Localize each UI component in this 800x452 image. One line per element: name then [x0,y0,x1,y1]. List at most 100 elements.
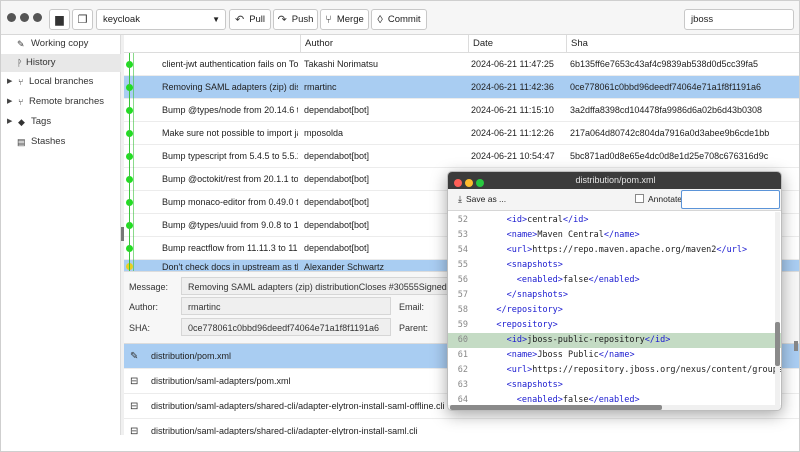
table-row[interactable]: Bump @types/node from 20.14.6 to 20 depe… [124,99,799,122]
sidebar-item-remote-branches[interactable]: ▶ ⑂ Remote branches [1,93,121,111]
sidebar: ✎ Working copy ᚹ History ▶ ⑂ Local branc… [1,35,121,435]
checkbox-icon [635,194,644,203]
sidebar-item-working-copy[interactable]: ✎ Working copy [1,35,121,53]
commit-date: 2024-06-21 11:42:36 [471,82,554,92]
column-header-sha[interactable]: Sha [566,35,799,53]
maximize-icon[interactable] [476,179,484,187]
removed-file-icon: ⊟ [130,401,139,412]
horizontal-scrollbar[interactable] [448,405,781,410]
merge-icon: ⑂ [325,13,332,26]
close-icon[interactable] [454,179,462,187]
line-number: 59 [457,320,468,330]
commit-author: Alexander Schwartz [304,262,385,271]
annotate-checkbox[interactable]: Annotate [635,194,682,204]
table-row-selected[interactable]: Removing SAML adapters (zip) distributio… [124,76,799,99]
commit-sha: 0ce778061c0bbd96deedf74064e71a1f8f1191a6 [570,82,762,92]
column-header-author[interactable]: Author [300,35,468,53]
repository-select[interactable]: keycloak ▼ [96,9,226,30]
sidebar-item-label: Local branches [29,76,94,87]
table-row[interactable]: Make sure not possible to import jakarta… [124,122,799,145]
code-line: 52 <id>central</id> [448,213,781,228]
code-text: <name>Maven Central</name> [506,230,640,240]
history-icon: ᚹ [17,58,23,68]
scrollbar-thumb[interactable] [775,322,780,366]
commit-author: mposolda [304,128,344,138]
author-field[interactable]: rmartinc [181,297,391,315]
chevron-right-icon[interactable]: ▶ [7,93,12,111]
line-number: 58 [457,305,468,315]
merge-button[interactable]: ⑂ Merge [320,9,369,30]
sha-field[interactable]: 0ce778061c0bbd96deedf74064e71a1f8f1191a6 [181,318,391,336]
chevron-down-icon: ▼ [212,15,220,24]
commit-sha: 3a2dffa8398cd104478fa9986d6a02b6d43b0308 [570,105,763,115]
commit-button[interactable]: ◊ Commit [371,9,427,30]
code-view[interactable]: 52 <id>central</id> 53 <name>Maven Central<… [448,211,781,407]
minimize-icon[interactable] [465,179,473,187]
copy-button[interactable]: ❐ [72,9,93,30]
push-icon: ↷ [277,14,287,26]
file-path: distribution/saml-adapters/pom.xml [151,376,291,386]
removed-file-icon: ⊟ [130,376,139,387]
sidebar-item-tags[interactable]: ▶ ◆ Tags [1,113,121,131]
tag-icon: ◆ [18,117,25,127]
code-text: <repository> [496,320,558,330]
commit-message: client-jwt authentication fails on Token [162,59,298,69]
commit-author: dependabot[bot] [304,174,370,184]
author-label: Author: [129,302,159,312]
branch-icon: ⑂ [18,97,24,107]
column-header-graph[interactable] [124,35,300,53]
line-number: 62 [457,365,468,375]
commit-message: Bump @octokit/rest from 20.1.1 to 21.0 [162,174,298,184]
sidebar-item-local-branches[interactable]: ▶ ⑂ Local branches [1,73,121,91]
find-input[interactable] [681,190,780,209]
commit-author: dependabot[bot] [304,243,370,253]
column-header-date[interactable]: Date [468,35,566,53]
code-line: 57 </snapshots> [448,288,781,303]
code-text: <snapshots> [506,260,563,270]
sidebar-item-history[interactable]: ᚹ History [1,54,121,72]
code-text: </snapshots> [506,290,569,300]
toolbar: ▆ ❐ keycloak ▼ ↶ Pull ↷ Push ⑂ Merge ◊ Commi… [1,1,799,35]
commit-icon: ◊ [377,13,383,26]
edit-file-icon: ✎ [130,351,139,362]
code-text: <id>jboss-public-repository</id> [506,335,671,345]
scrollbar-thumb[interactable] [450,405,662,410]
commit-sha: 6b135ff6e7653c43af4c9839ab538d0d5cc39fa5 [570,59,759,69]
window-controls [7,13,46,24]
code-line: 54 <url>https://repo.maven.apache.org/mav… [448,243,781,258]
line-number: 60 [457,335,468,345]
sidebar-item-stashes[interactable]: ▤ Stashes [1,133,121,151]
files-scrollbar[interactable] [794,341,798,351]
list-item[interactable]: ⊟ distribution/saml-adapters/shared-cli/… [124,419,799,435]
search-input[interactable]: jboss [684,9,794,30]
pull-button[interactable]: ↶ Pull [229,9,271,30]
table-row[interactable]: Bump typescript from 5.4.5 to 5.5.2 (# d… [124,145,799,168]
commit-date: 2024-06-21 11:15:10 [471,105,554,115]
table-row[interactable]: client-jwt authentication fails on Token… [124,53,799,76]
commit-label: Commit [387,14,421,25]
commit-message: Bump @types/node from 20.14.6 to 20 [162,105,298,115]
chevron-right-icon[interactable]: ▶ [7,73,12,91]
file-path: distribution/pom.xml [151,351,232,361]
maximize-icon[interactable] [33,13,42,22]
code-line: 58 </repository> [448,303,781,318]
commit-message: Make sure not possible to import jakarta [162,128,298,138]
sidebar-item-label: Remote branches [29,96,104,107]
file-viewer-title: distribution/pom.xml [448,172,781,189]
commit-message: Bump typescript from 5.4.5 to 5.5.2 (# [162,151,298,161]
push-button[interactable]: ↷ Push [273,9,318,30]
commit-author: Takashi Norimatsu [304,59,379,69]
minimize-icon[interactable] [20,13,29,22]
line-number: 53 [457,230,468,240]
save-as-button[interactable]: ⤓ Save as ... [458,194,506,205]
vertical-scrollbar[interactable] [775,212,780,407]
line-number: 61 [457,350,468,360]
file-path: distribution/saml-adapters/shared-cli/ad… [151,401,445,411]
sha-label: SHA: [129,323,151,333]
open-folder-button[interactable]: ▆ [49,9,70,30]
chevron-right-icon[interactable]: ▶ [7,113,12,131]
code-text: </repository> [496,305,563,315]
message-field[interactable]: Removing SAML adapters (zip) distributio… [181,277,451,295]
file-viewer-window: distribution/pom.xml ⤓ Save as ... Annota… [447,171,782,411]
close-icon[interactable] [7,13,16,22]
